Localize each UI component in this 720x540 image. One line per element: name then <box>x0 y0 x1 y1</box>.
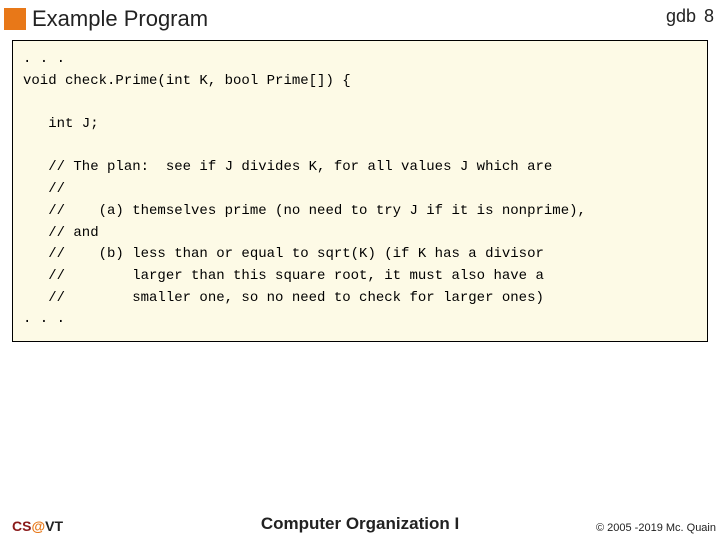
accent-square <box>4 8 26 30</box>
footer-at: @ <box>31 518 45 534</box>
header-right-label: gdb 8 <box>666 6 714 27</box>
code-line: // and <box>23 225 99 241</box>
footer-cs: CS <box>12 518 31 534</box>
code-line: // The plan: see if J divides K, for all… <box>23 159 552 175</box>
slide-footer: CS@VT Computer Organization I © 2005 -20… <box>0 518 720 534</box>
code-line: . . . <box>23 311 65 327</box>
footer-left: CS@VT <box>12 518 63 534</box>
code-block: . . . void check.Prime(int K, bool Prime… <box>12 40 708 342</box>
code-line: // smaller one, so no need to check for … <box>23 290 544 306</box>
slide-header: Example Program gdb 8 <box>0 0 720 38</box>
code-line: // larger than this square root, it must… <box>23 268 544 284</box>
page-number: 8 <box>704 6 714 26</box>
slide-title: Example Program <box>32 6 208 32</box>
code-line: int J; <box>23 116 99 132</box>
code-line: void check.Prime(int K, bool Prime[]) { <box>23 73 351 89</box>
code-line: // <box>23 181 65 197</box>
footer-center: Computer Organization I <box>261 514 459 534</box>
code-line: // (b) less than or equal to sqrt(K) (if… <box>23 246 544 262</box>
code-line: . . . <box>23 51 65 67</box>
footer-copyright: © 2005 -2019 Mc. Quain <box>596 522 716 534</box>
topic-label: gdb <box>666 6 696 26</box>
code-line: // (a) themselves prime (no need to try … <box>23 203 586 219</box>
footer-vt: VT <box>45 518 63 534</box>
